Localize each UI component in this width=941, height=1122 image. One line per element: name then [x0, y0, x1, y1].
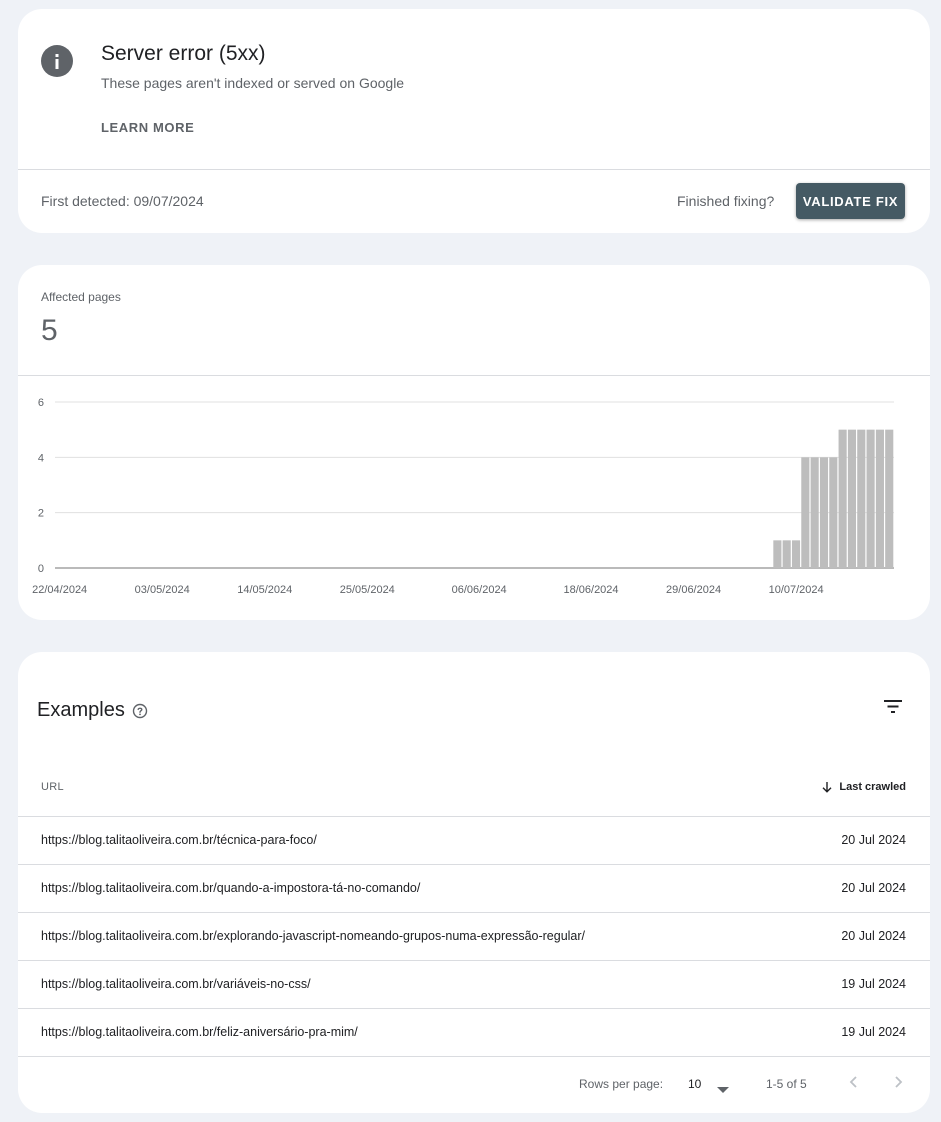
issue-subtitle: These pages aren't indexed or served on … — [101, 75, 405, 91]
table-row[interactable]: https://blog.talitaoliveira.com.br/variá… — [18, 960, 930, 1009]
affected-pages-value: 5 — [41, 314, 58, 347]
table-row[interactable]: https://blog.talitaoliveira.com.br/feliz… — [18, 1008, 930, 1057]
x-tick-label: 22/04/2024 — [32, 584, 87, 596]
examples-card: Examples URL Last crawled https://blog.t… — [18, 652, 930, 1113]
chart-bar — [791, 540, 801, 568]
rows-per-page-value[interactable]: 10 — [688, 1077, 701, 1091]
chart-bar — [773, 540, 782, 568]
chart-bar — [875, 429, 884, 568]
sort-descending-icon — [822, 782, 832, 793]
chevron-left-icon[interactable] — [846, 1074, 862, 1095]
x-tick-label: 06/06/2024 — [452, 584, 507, 596]
chart-bar — [866, 429, 875, 568]
chart-bar — [847, 429, 857, 568]
table-row[interactable]: https://blog.talitaoliveira.com.br/explo… — [18, 912, 930, 961]
chevron-right-icon[interactable] — [890, 1074, 906, 1095]
chart-bar — [857, 429, 866, 568]
table-row[interactable]: https://blog.talitaoliveira.com.br/técni… — [18, 816, 930, 865]
y-tick-label: 2 — [38, 508, 44, 520]
column-header-label: Last crawled — [839, 781, 906, 793]
learn-more-link[interactable]: LEARN MORE — [101, 120, 194, 135]
row-url: https://blog.talitaoliveira.com.br/variá… — [41, 977, 311, 991]
chart-bar — [885, 429, 894, 568]
row-last-crawled: 19 Jul 2024 — [841, 977, 906, 991]
y-tick-label: 6 — [38, 397, 44, 409]
x-tick-label: 03/05/2024 — [135, 584, 190, 596]
help-icon[interactable] — [132, 703, 148, 724]
row-url: https://blog.talitaoliveira.com.br/quand… — [41, 881, 421, 895]
row-last-crawled: 20 Jul 2024 — [841, 833, 906, 847]
row-last-crawled: 19 Jul 2024 — [841, 1025, 906, 1039]
pagination-range: 1-5 of 5 — [766, 1077, 807, 1091]
table-row[interactable]: https://blog.talitaoliveira.com.br/quand… — [18, 864, 930, 913]
row-url: https://blog.talitaoliveira.com.br/explo… — [41, 929, 586, 943]
row-last-crawled: 20 Jul 2024 — [841, 881, 906, 895]
x-tick-label: 25/05/2024 — [340, 584, 395, 596]
divider — [18, 1056, 930, 1057]
y-tick-label: 4 — [38, 452, 44, 464]
row-last-crawled: 20 Jul 2024 — [841, 929, 906, 943]
issue-title: Server error (5xx) — [101, 42, 266, 65]
chart-bar — [829, 457, 838, 568]
column-header-url: URL — [41, 781, 64, 793]
examples-title: Examples — [37, 699, 125, 721]
x-tick-label: 10/07/2024 — [769, 584, 824, 596]
issue-card: Server error (5xx) These pages aren't in… — [18, 9, 930, 233]
finished-fixing-label: Finished fixing? — [677, 193, 775, 209]
info-icon — [41, 45, 73, 77]
divider — [18, 169, 930, 170]
filter-icon[interactable] — [882, 697, 904, 722]
x-tick-label: 14/05/2024 — [237, 584, 292, 596]
chart-bar — [838, 429, 847, 568]
x-tick-label: 29/06/2024 — [666, 584, 721, 596]
validate-fix-button[interactable]: VALIDATE FIX — [796, 183, 905, 219]
row-url: https://blog.talitaoliveira.com.br/técni… — [41, 833, 317, 847]
x-tick-label: 18/06/2024 — [563, 584, 618, 596]
chart-bar — [810, 457, 819, 568]
chart-bar — [782, 540, 791, 568]
affected-pages-chart: 0 2 4 6 22/04/2024 03/05/2024 14/05/2024 25/05/… — [32, 397, 894, 596]
column-header-last-crawled[interactable]: Last crawled — [821, 781, 906, 793]
chart-bar — [801, 457, 810, 568]
rows-per-page-label: Rows per page: — [579, 1077, 664, 1091]
affected-pages-label: Affected pages — [41, 290, 121, 304]
first-detected: First detected: 09/07/2024 — [41, 193, 204, 209]
dropdown-arrow-icon[interactable] — [717, 1081, 729, 1099]
affected-pages-card: Affected pages 5 0 2 4 6 22/04/2024 03/05/202… — [18, 265, 930, 620]
row-url: https://blog.talitaoliveira.com.br/feliz… — [41, 1025, 358, 1039]
y-tick-label: 0 — [38, 563, 44, 575]
divider — [18, 375, 930, 376]
chart-bar — [819, 457, 829, 568]
